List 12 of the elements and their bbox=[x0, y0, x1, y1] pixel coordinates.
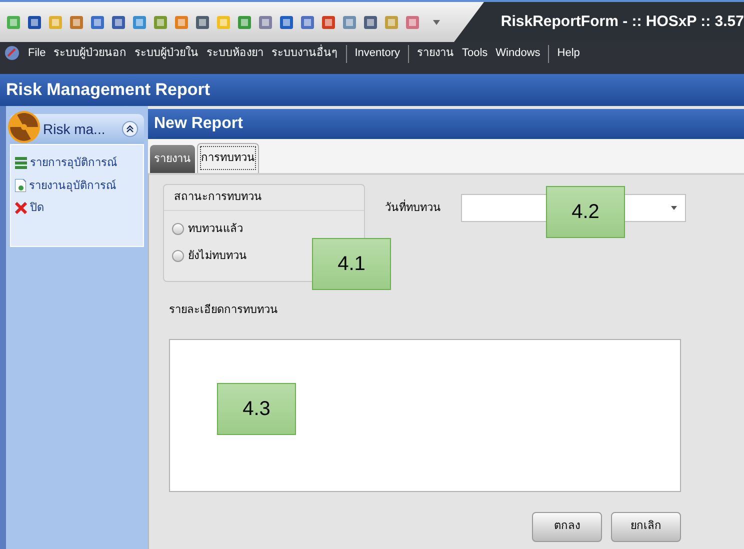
header-bar: Risk Management Report bbox=[0, 74, 744, 106]
window-title: RiskReportForm - :: HOSxP :: 3.57 bbox=[500, 12, 744, 32]
callout-tooltip: 4.1 bbox=[312, 238, 391, 290]
group-title: สถานะการทบทวน bbox=[164, 185, 364, 211]
callout-tooltip: 4.3 bbox=[217, 383, 296, 435]
panel-title-bar: New Report bbox=[148, 109, 744, 139]
sidebar-title: Risk ma... bbox=[43, 120, 106, 138]
details-label: รายละเอียดการทบทวน bbox=[169, 302, 279, 318]
date-label: วันที่ทบทวน bbox=[385, 200, 441, 216]
callout-tooltip: 4.2 bbox=[546, 186, 625, 238]
radio-label: ทบทวนแล้ว bbox=[188, 222, 243, 237]
radio-label: ยังไม่ทบทวน bbox=[188, 248, 247, 264]
